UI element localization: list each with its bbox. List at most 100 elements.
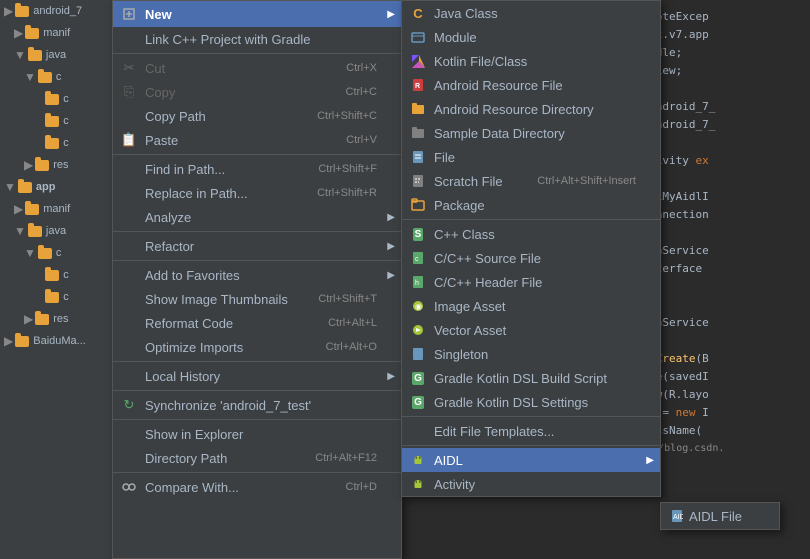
shortcut: Ctrl+D <box>346 481 377 493</box>
tree-item-manif1[interactable]: ▶ manif <box>0 22 125 44</box>
image-asset-icon: ◉ <box>410 298 426 314</box>
folder-icon <box>38 72 52 83</box>
tree-item-java1[interactable]: ▼ java <box>0 44 125 66</box>
menu-label: AIDL File <box>689 509 742 524</box>
submenu-item-module[interactable]: Module <box>402 25 660 49</box>
menu-item-compare[interactable]: Compare With... Ctrl+D <box>113 475 401 499</box>
tree-item-manif2[interactable]: ▶ manif <box>0 198 125 220</box>
tree-item-c2[interactable]: ▶ c <box>0 88 125 110</box>
menu-item-find-in-path[interactable]: Find in Path... Ctrl+Shift+F <box>113 157 401 181</box>
submenu-item-singleton[interactable]: Singleton <box>402 342 660 366</box>
tree-item-baiduma[interactable]: ▶ BaiduMa... <box>0 330 125 352</box>
submenu-item-cpp-src[interactable]: c C/C++ Source File <box>402 246 660 270</box>
menu-item-new[interactable]: New ▶ <box>113 1 401 27</box>
menu-item-copy-path[interactable]: Copy Path Ctrl+Shift+C <box>113 104 401 128</box>
menu-label: Find in Path... <box>145 162 225 177</box>
submenu-item-sample-dir[interactable]: Sample Data Directory <box>402 121 660 145</box>
submenu-item-vector-asset[interactable]: Vector Asset <box>402 318 660 342</box>
submenu-item-gradle-settings[interactable]: G Gradle Kotlin DSL Settings <box>402 390 660 414</box>
menu-label: C/C++ Source File <box>434 251 541 266</box>
menu-label: Sample Data Directory <box>434 126 565 141</box>
folder-icon <box>45 116 59 127</box>
menu-label: Reformat Code <box>145 316 233 331</box>
menu-item-synchronize[interactable]: ↻ Synchronize 'android_7_test' <box>113 393 401 417</box>
tree-item-res1[interactable]: ▶ res <box>0 154 125 176</box>
menu-label: Package <box>434 198 485 213</box>
menu-label: Android Resource Directory <box>434 102 594 117</box>
scratch-file-icon <box>410 173 426 189</box>
submenu-item-image-asset[interactable]: ◉ Image Asset <box>402 294 660 318</box>
submenu-item-file[interactable]: File <box>402 145 660 169</box>
vector-asset-icon <box>410 322 426 338</box>
submenu-item-edit-templates[interactable]: Edit File Templates... <box>402 419 660 443</box>
submenu-aidl: AID AIDL File <box>660 502 780 530</box>
tree-item-c5[interactable]: ▼ c <box>0 242 125 264</box>
menu-label: Android Resource File <box>434 78 563 93</box>
menu-item-analyze[interactable]: Analyze ▶ <box>113 205 401 229</box>
separator <box>113 53 401 54</box>
folder-icon <box>45 270 59 281</box>
menu-item-optimize-imports[interactable]: Optimize Imports Ctrl+Alt+O <box>113 335 401 359</box>
tree-item-c4[interactable]: ▶ c <box>0 132 125 154</box>
menu-item-paste[interactable]: 📋 Paste Ctrl+V <box>113 128 401 152</box>
menu-label: Module <box>434 30 477 45</box>
tree-label: app <box>36 181 56 193</box>
submenu-item-aidl[interactable]: AIDL ▶ <box>402 448 660 472</box>
menu-item-show-thumbnails[interactable]: Show Image Thumbnails Ctrl+Shift+T <box>113 287 401 311</box>
tree-label: c <box>63 115 69 127</box>
submenu-item-scratch-file[interactable]: Scratch File Ctrl+Alt+Shift+Insert <box>402 169 660 193</box>
menu-item-add-favorites[interactable]: Add to Favorites ▶ <box>113 263 401 287</box>
tree-item-java2[interactable]: ▼ java <box>0 220 125 242</box>
tree-label: c <box>56 247 62 259</box>
separator <box>113 419 401 420</box>
separator <box>113 390 401 391</box>
tree-label: c <box>63 291 69 303</box>
submenu-item-gradle-build[interactable]: G Gradle Kotlin DSL Build Script <box>402 366 660 390</box>
tree-item-res2[interactable]: ▶ res <box>0 308 125 330</box>
menu-item-local-history[interactable]: Local History ▶ <box>113 364 401 388</box>
folder-icon <box>15 6 29 17</box>
menu-item-link-cpp[interactable]: Link C++ Project with Gradle <box>113 27 401 51</box>
sample-dir-icon <box>410 125 426 141</box>
shortcut: Ctrl+Alt+F12 <box>315 452 377 464</box>
shortcut: Ctrl+Shift+C <box>317 110 377 122</box>
tree-label: res <box>53 159 68 171</box>
submenu-aidl-item-file[interactable]: AID AIDL File <box>661 503 779 529</box>
tree-item-c7[interactable]: ▶ c <box>0 286 125 308</box>
cpp-hdr-icon: h <box>410 274 426 290</box>
submenu-new: C Java Class Module Kotlin File/Class R … <box>401 0 661 497</box>
menu-item-copy[interactable]: ⎘ Copy Ctrl+C <box>113 80 401 104</box>
svg-text:h: h <box>415 280 419 287</box>
submenu-item-android-res-dir[interactable]: Android Resource Directory <box>402 97 660 121</box>
svg-text:c: c <box>415 256 419 263</box>
menu-item-refactor[interactable]: Refactor ▶ <box>113 234 401 258</box>
submenu-item-package[interactable]: Package <box>402 193 660 217</box>
submenu-arrow: ▶ <box>646 455 654 466</box>
tree-item-c3[interactable]: ▶ c <box>0 110 125 132</box>
tree-item-app[interactable]: ▼ app <box>0 176 125 198</box>
folder-icon <box>35 160 49 171</box>
submenu-item-cpp-hdr[interactable]: h C/C++ Header File <box>402 270 660 294</box>
submenu-arrow: ▶ <box>387 212 395 223</box>
menu-item-show-explorer[interactable]: Show in Explorer <box>113 422 401 446</box>
svg-text:R: R <box>415 83 420 90</box>
aidl-file-icon: AID <box>669 508 685 524</box>
tree-item-c1[interactable]: ▼ c <box>0 66 125 88</box>
submenu-item-activity[interactable]: Activity <box>402 472 660 496</box>
menu-item-cut[interactable]: ✂ Cut Ctrl+X <box>113 56 401 80</box>
submenu-item-android-res-file[interactable]: R Android Resource File <box>402 73 660 97</box>
submenu-item-java-class[interactable]: C Java Class <box>402 1 660 25</box>
menu-item-replace-in-path[interactable]: Replace in Path... Ctrl+Shift+R <box>113 181 401 205</box>
menu-item-directory-path[interactable]: Directory Path Ctrl+Alt+F12 <box>113 446 401 470</box>
tree-item-c6[interactable]: ▶ c <box>0 264 125 286</box>
cpp-class-icon: S <box>410 226 426 242</box>
submenu-item-kotlin[interactable]: Kotlin File/Class <box>402 49 660 73</box>
submenu-item-cpp-class[interactable]: S C++ Class <box>402 222 660 246</box>
kotlin-icon <box>410 53 426 69</box>
menu-label: Edit File Templates... <box>434 424 554 439</box>
paste-icon: 📋 <box>121 132 137 148</box>
menu-item-reformat[interactable]: Reformat Code Ctrl+Alt+L <box>113 311 401 335</box>
menu-label: Activity <box>434 477 475 492</box>
tree-item-android[interactable]: ▶ android_7 <box>0 0 125 22</box>
submenu-arrow: ▶ <box>387 241 395 252</box>
